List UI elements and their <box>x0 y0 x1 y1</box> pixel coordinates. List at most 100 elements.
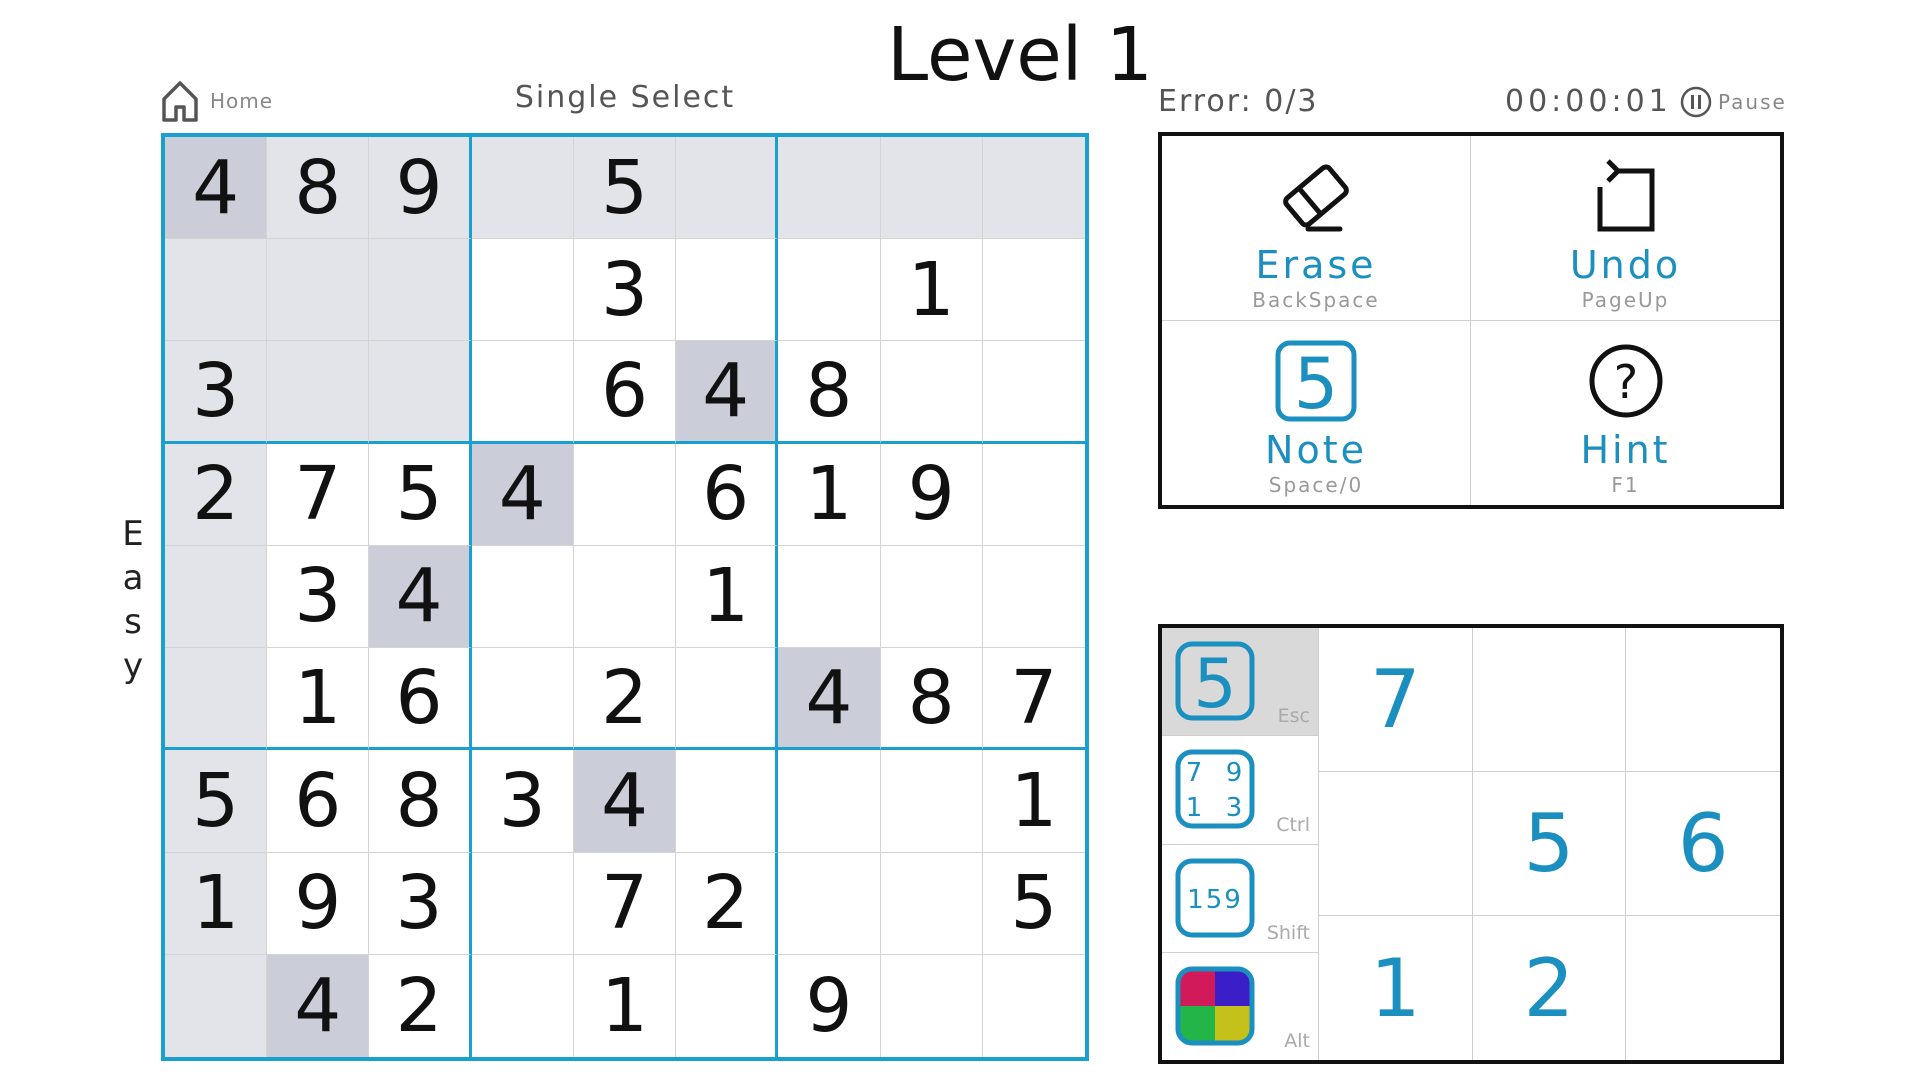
single-digit-mode-button[interactable]: 5 Esc <box>1162 628 1318 737</box>
grid-cell[interactable]: 4 <box>165 137 268 240</box>
grid-cell[interactable] <box>369 341 472 444</box>
grid-cell[interactable]: 3 <box>573 239 677 342</box>
grid-cell[interactable] <box>778 852 881 955</box>
grid-cell[interactable] <box>573 545 677 649</box>
grid-cell[interactable] <box>778 137 881 240</box>
color-mode-button[interactable]: Alt <box>1162 953 1318 1060</box>
grid-cell[interactable] <box>267 239 370 342</box>
erase-button[interactable]: Erase BackSpace <box>1162 136 1471 321</box>
grid-cell[interactable]: 5 <box>165 750 268 853</box>
grid-cell[interactable] <box>471 852 574 955</box>
grid-cell[interactable] <box>880 750 983 853</box>
grid-cell[interactable] <box>471 545 574 649</box>
grid-cell[interactable] <box>880 545 983 649</box>
grid-cell[interactable] <box>880 137 983 240</box>
grid-cell[interactable] <box>880 341 983 444</box>
grid-cell[interactable]: 5 <box>573 137 677 240</box>
grid-cell[interactable] <box>165 954 268 1057</box>
grid-cell[interactable]: 2 <box>369 954 472 1057</box>
grid-cell[interactable]: 6 <box>676 443 779 546</box>
corner-notes-mode-button[interactable]: 7 9 1 3 Ctrl <box>1162 736 1318 845</box>
grid-cell[interactable] <box>982 137 1085 240</box>
grid-cell[interactable] <box>369 239 472 342</box>
grid-cell[interactable] <box>472 954 574 1057</box>
grid-cell[interactable]: 4 <box>267 954 370 1057</box>
number-pad-key[interactable] <box>1626 916 1780 1060</box>
grid-cell[interactable] <box>676 954 779 1057</box>
number-pad-key[interactable] <box>1319 772 1473 916</box>
grid-cell[interactable]: 1 <box>574 954 677 1057</box>
grid-cell[interactable]: 5 <box>982 853 1085 955</box>
hint-button[interactable]: ? Hint F1 <box>1471 321 1780 506</box>
grid-cell[interactable] <box>676 648 779 751</box>
grid-cell[interactable]: 3 <box>471 750 574 853</box>
grid-cell[interactable]: 8 <box>778 341 881 444</box>
grid-cell[interactable]: 7 <box>982 648 1085 751</box>
grid-cell[interactable]: 7 <box>267 443 370 546</box>
grid-cell[interactable] <box>676 137 779 240</box>
grid-cell[interactable] <box>778 545 881 649</box>
grid-cell[interactable]: 9 <box>369 137 472 240</box>
grid-cell[interactable]: 4 <box>778 648 881 751</box>
grid-cell[interactable] <box>471 137 574 240</box>
grid-cell[interactable] <box>471 239 574 342</box>
grid-cell[interactable]: 4 <box>676 341 779 444</box>
grid-cell[interactable] <box>982 444 1085 546</box>
grid-cell[interactable]: 3 <box>165 341 268 444</box>
grid-cell[interactable]: 9 <box>267 852 370 955</box>
grid-cell[interactable]: 2 <box>676 852 779 955</box>
home-button[interactable]: Home <box>160 78 320 124</box>
grid-cell[interactable] <box>676 239 779 342</box>
center-notes-mode-button[interactable]: 159 Shift <box>1162 845 1318 953</box>
grid-cell[interactable]: 4 <box>573 750 677 853</box>
grid-cell[interactable]: 1 <box>778 443 881 546</box>
grid-cell[interactable] <box>778 750 881 853</box>
number-pad-key[interactable]: 7 <box>1319 628 1473 772</box>
grid-cell[interactable]: 6 <box>573 341 677 444</box>
grid-cell[interactable] <box>573 443 677 546</box>
grid-cell[interactable]: 6 <box>267 750 370 853</box>
grid-cell[interactable] <box>982 341 1085 444</box>
grid-cell[interactable]: 1 <box>880 239 983 342</box>
grid-cell[interactable]: 2 <box>573 648 677 751</box>
number-pad-key[interactable]: 6 <box>1626 772 1780 916</box>
grid-cell[interactable] <box>676 750 779 853</box>
grid-cell[interactable] <box>982 239 1085 342</box>
number-pad-key[interactable] <box>1626 628 1780 772</box>
grid-cell[interactable] <box>471 648 574 751</box>
grid-cell[interactable]: 5 <box>369 443 472 546</box>
number-pad-key[interactable]: 5 <box>1472 772 1627 916</box>
grid-cell[interactable]: 2 <box>165 443 268 546</box>
pause-button[interactable]: Pause <box>1680 86 1787 118</box>
grid-cell[interactable]: 7 <box>573 852 677 955</box>
grid-cell[interactable] <box>881 954 983 1057</box>
grid-cell[interactable] <box>471 341 574 444</box>
number-pad-key[interactable]: 1 <box>1319 916 1473 1060</box>
grid-cell[interactable]: 4 <box>471 443 574 546</box>
grid-cell[interactable]: 8 <box>267 137 370 240</box>
grid-cell[interactable] <box>983 955 1085 1057</box>
grid-cell[interactable]: 1 <box>676 545 779 649</box>
grid-cell[interactable]: 1 <box>982 750 1085 853</box>
grid-cell[interactable]: 6 <box>369 648 472 751</box>
grid-cell[interactable]: 9 <box>778 954 881 1057</box>
undo-button[interactable]: Undo PageUp <box>1471 136 1780 321</box>
grid-cell[interactable]: 4 <box>369 545 472 649</box>
grid-cell[interactable] <box>165 239 268 342</box>
grid-cell[interactable]: 8 <box>880 648 983 751</box>
grid-cell[interactable]: 1 <box>165 852 268 955</box>
note-button[interactable]: 5 Note Space/0 <box>1162 320 1471 505</box>
number-pad-key[interactable] <box>1472 628 1627 772</box>
grid-cell[interactable]: 9 <box>880 443 983 546</box>
grid-cell[interactable] <box>267 341 370 444</box>
grid-cell[interactable] <box>880 852 983 955</box>
grid-cell[interactable] <box>165 545 268 649</box>
grid-cell[interactable]: 3 <box>267 545 370 649</box>
number-pad-key[interactable]: 2 <box>1473 916 1627 1060</box>
grid-cell[interactable]: 1 <box>267 648 370 751</box>
grid-cell[interactable]: 8 <box>369 750 472 853</box>
grid-cell[interactable]: 3 <box>369 852 472 955</box>
grid-cell[interactable] <box>982 546 1085 649</box>
grid-cell[interactable] <box>165 648 268 751</box>
grid-cell[interactable] <box>778 239 881 342</box>
